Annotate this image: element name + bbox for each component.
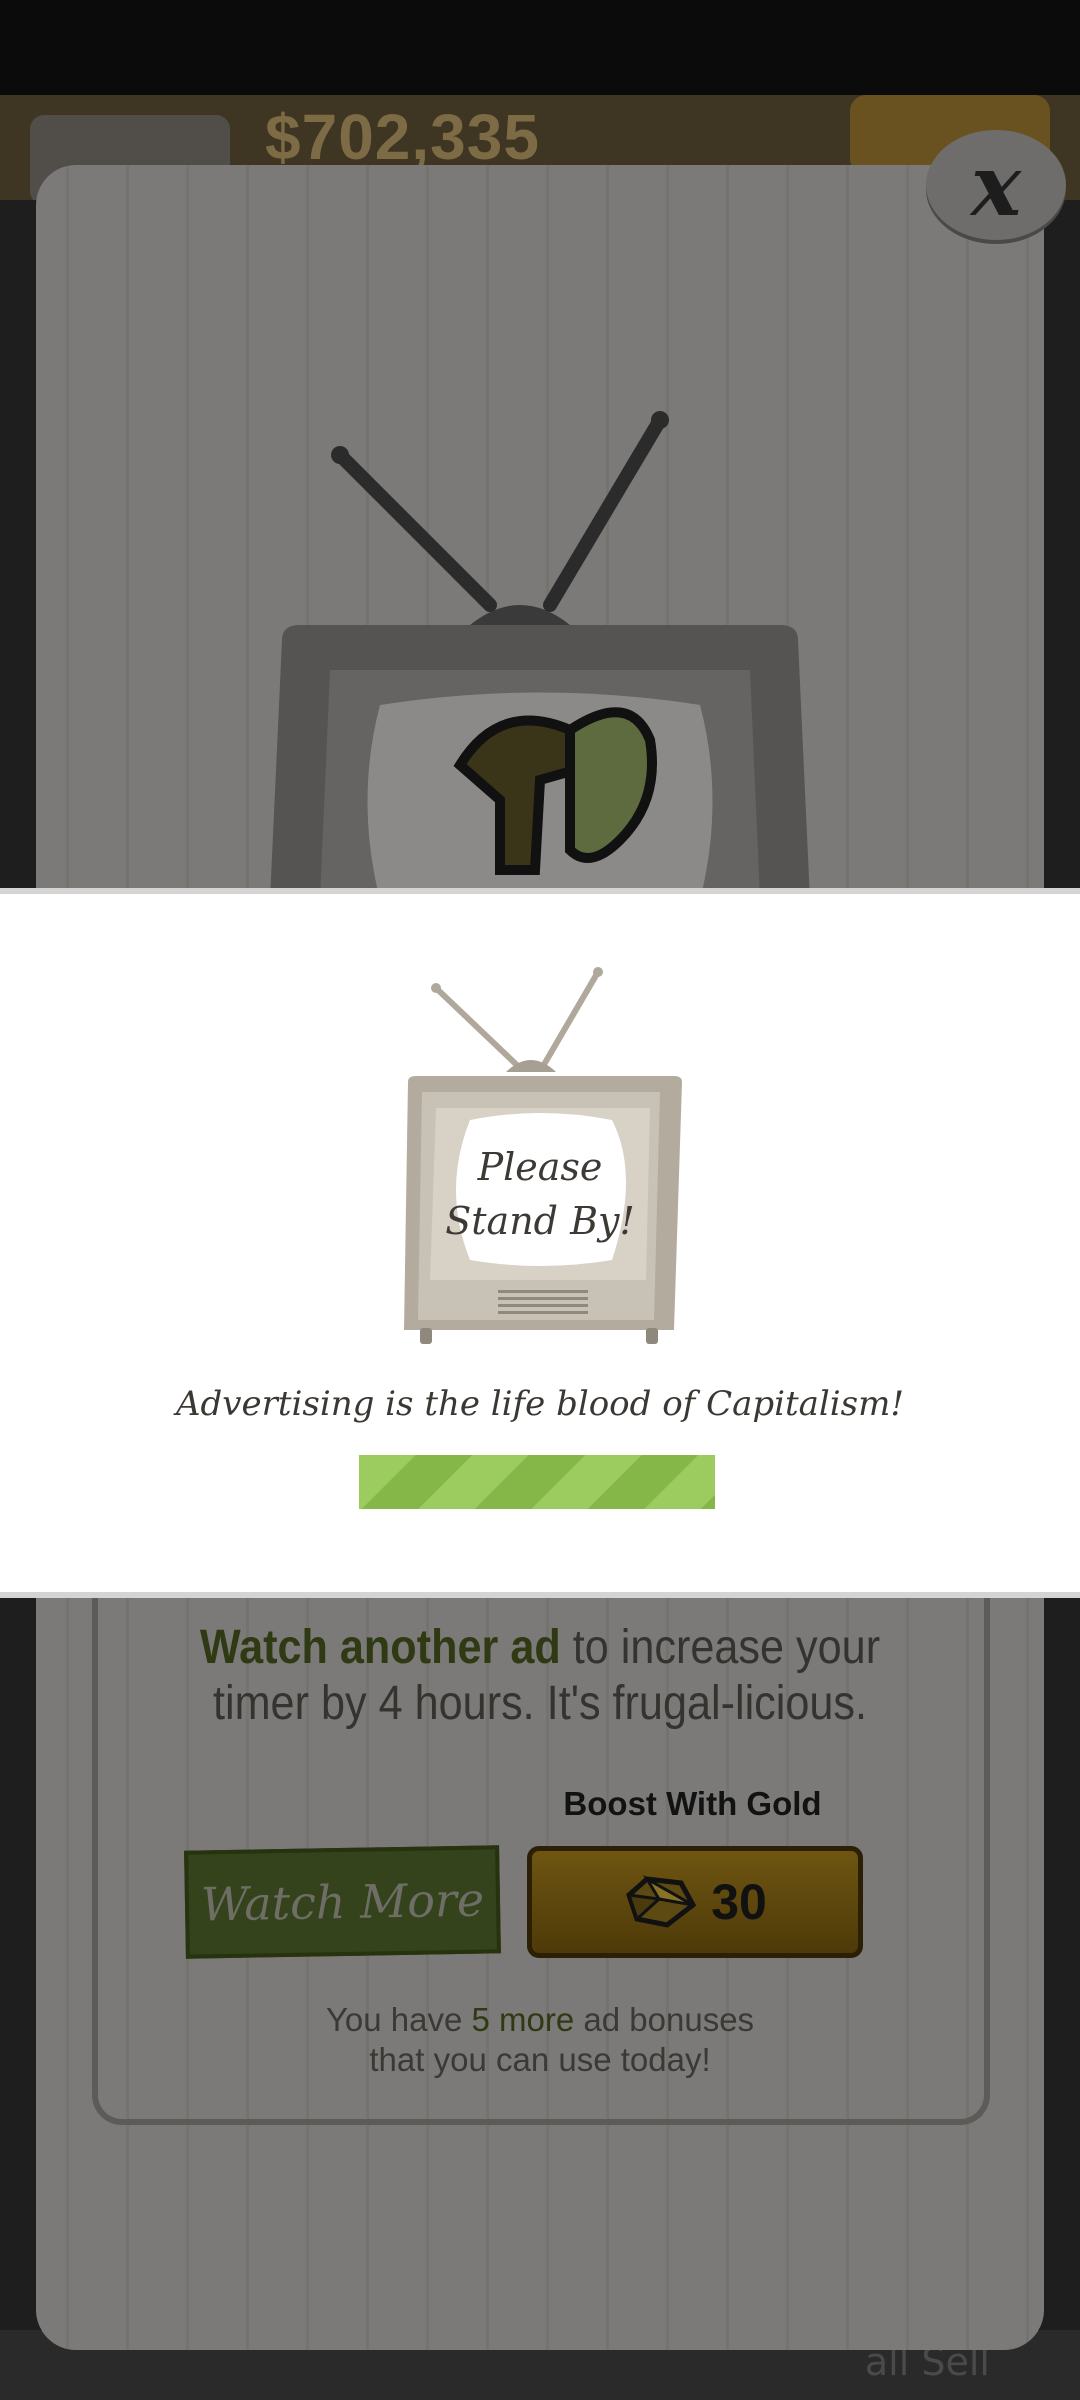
bonus-line2: that you can use today! <box>369 2041 711 2078</box>
ad-tagline: Advertising is the life blood of Capital… <box>175 1384 905 1424</box>
progress-fill <box>359 1455 715 1509</box>
tv-screen-text: Please Stand By! <box>440 1140 640 1248</box>
gold-gem-icon <box>626 1874 697 1928</box>
tv-line2: Stand By! <box>445 1199 635 1243</box>
background-tv-icon <box>270 411 810 900</box>
boost-with-gold-label: Boost With Gold <box>563 1785 822 1822</box>
close-button[interactable]: x <box>926 130 1066 240</box>
info-text: Watch another ad to increase your timer … <box>135 1620 945 1732</box>
info-highlight: Watch another ad <box>199 1621 561 1674</box>
gold-cost: 30 <box>711 1874 767 1930</box>
cash-display: $702,335 <box>265 101 540 173</box>
info-line2: timer by 4 hours. It's frugal-licious. <box>212 1677 868 1730</box>
ad-loading-progress-bar <box>359 1455 715 1509</box>
bonus-highlight: 5 more <box>471 2001 575 2038</box>
bonus-text: You have 5 more ad bonuses that you can … <box>250 2000 830 2080</box>
close-icon: x <box>970 135 1022 235</box>
info-rest-line1: to increase your <box>560 1621 881 1674</box>
tv-line1: Please <box>477 1145 603 1189</box>
bonus-suffix: ad bonuses <box>574 2001 755 2038</box>
bonus-prefix: You have <box>325 2001 472 2038</box>
boost-gold-button[interactable]: 30 <box>527 1846 863 1958</box>
watch-more-button[interactable]: Watch More <box>184 1845 501 1959</box>
